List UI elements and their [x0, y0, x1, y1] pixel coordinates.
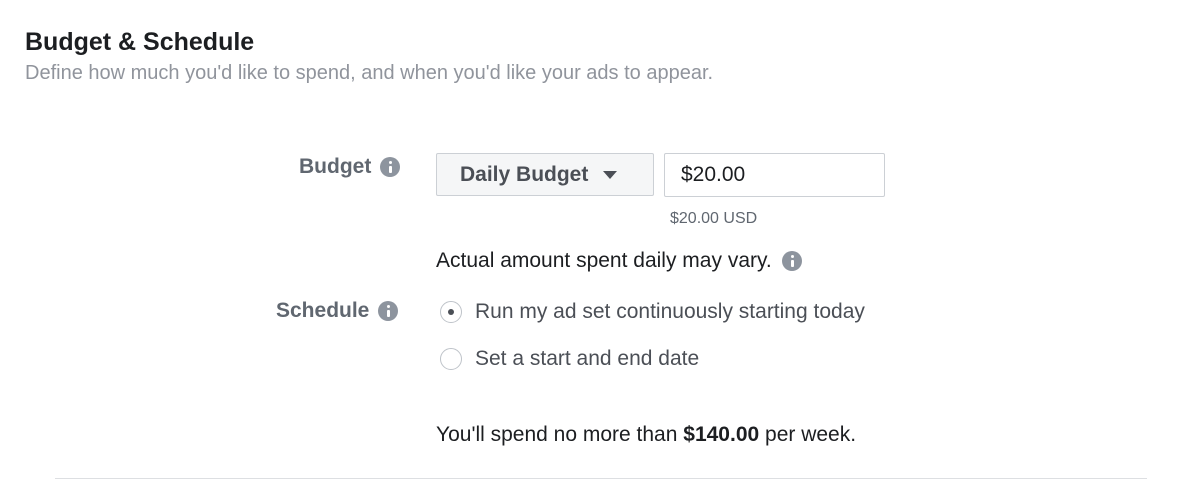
schedule-row-label: Schedule [276, 299, 399, 323]
section-subtitle: Define how much you'd like to spend, and… [25, 62, 714, 84]
info-icon[interactable] [380, 157, 401, 177]
schedule-option-label: Run my ad set continuously starting toda… [475, 300, 865, 323]
section-title: Budget & Schedule [25, 28, 255, 56]
budget-label: Budget [299, 155, 372, 178]
summary-amount: $140.00 [683, 423, 760, 446]
budget-vary-note-text: Actual amount spent daily may vary. [436, 249, 772, 272]
info-icon[interactable] [378, 301, 399, 321]
schedule-option-start-end[interactable]: Set a start and end date [440, 347, 699, 371]
budget-row-label: Budget [299, 155, 401, 179]
radio-button[interactable] [440, 348, 462, 370]
schedule-label: Schedule [276, 299, 370, 322]
caret-down-icon [603, 170, 618, 179]
budget-amount-input[interactable] [664, 153, 885, 197]
budget-type-dropdown[interactable]: Daily Budget [436, 153, 654, 196]
budget-schedule-panel: Budget & Schedule Define how much you'd … [0, 0, 1200, 480]
radio-button-selected[interactable] [440, 301, 462, 323]
summary-prefix: You'll spend no more than [436, 423, 678, 446]
budget-vary-note: Actual amount spent daily may vary. [436, 249, 802, 273]
info-icon[interactable] [781, 251, 802, 271]
budget-type-label: Daily Budget [460, 162, 589, 186]
summary-suffix: per week. [765, 423, 857, 446]
section-divider [55, 478, 1147, 479]
schedule-option-continuous[interactable]: Run my ad set continuously starting toda… [440, 300, 865, 324]
budget-amount-currency-note: $20.00 USD [670, 210, 758, 227]
weekly-spend-summary: You'll spend no more than $140.00 per we… [436, 423, 856, 447]
schedule-option-label: Set a start and end date [475, 347, 700, 370]
